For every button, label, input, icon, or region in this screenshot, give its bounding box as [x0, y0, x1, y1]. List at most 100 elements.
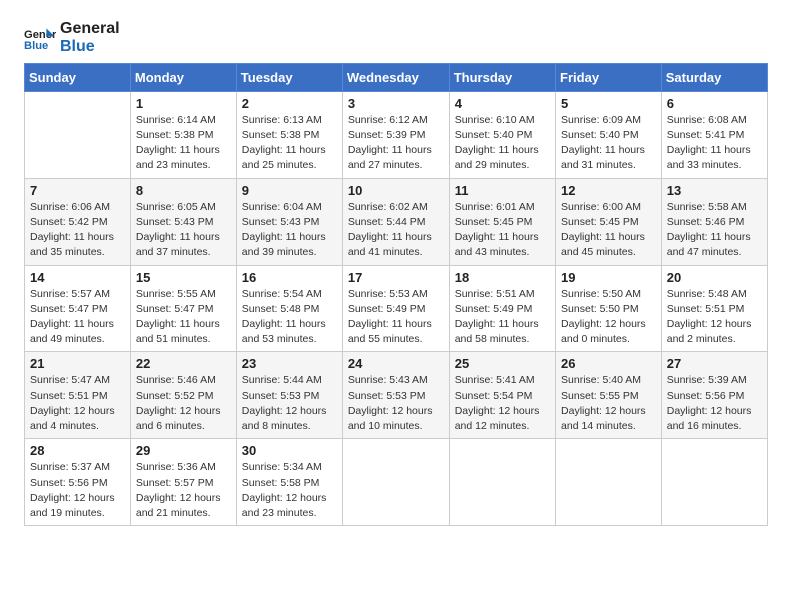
- calendar-cell: 11 Sunrise: 6:01 AMSunset: 5:45 PMDayligh…: [449, 178, 555, 265]
- day-info: Sunrise: 6:13 AMSunset: 5:38 PMDaylight:…: [242, 113, 337, 174]
- day-number: 22: [136, 356, 231, 371]
- calendar-week-5: 28 Sunrise: 5:37 AMSunset: 5:56 PMDayligh…: [25, 439, 768, 526]
- day-number: 2: [242, 96, 337, 111]
- day-info: Sunrise: 5:53 AMSunset: 5:49 PMDaylight:…: [348, 287, 444, 348]
- calendar-cell: 26Sunrise: 5:40 AMSunset: 5:55 PMDayligh…: [556, 352, 662, 439]
- day-info: Sunrise: 6:09 AMSunset: 5:40 PMDaylight:…: [561, 113, 656, 174]
- logo-icon: General Blue: [24, 22, 56, 54]
- day-info: Sunrise: 6:14 AMSunset: 5:38 PMDaylight:…: [136, 113, 231, 174]
- day-info: Sunrise: 6:12 AMSunset: 5:39 PMDaylight:…: [348, 113, 444, 174]
- calendar-cell: 1 Sunrise: 6:14 AMSunset: 5:38 PMDaylight…: [130, 91, 236, 178]
- calendar-cell: [25, 91, 131, 178]
- logo-general: General: [60, 20, 120, 38]
- day-number: 4: [455, 96, 550, 111]
- day-info: Sunrise: 5:34 AMSunset: 5:58 PMDaylight:…: [242, 460, 337, 521]
- calendar-cell: 16Sunrise: 5:54 AMSunset: 5:48 PMDayligh…: [236, 265, 342, 352]
- day-number: 9: [242, 183, 337, 198]
- calendar-cell: 5 Sunrise: 6:09 AMSunset: 5:40 PMDaylight…: [556, 91, 662, 178]
- calendar-cell: 23 Sunrise: 5:44 AMSunset: 5:53 PMDayligh…: [236, 352, 342, 439]
- day-number: 7: [30, 183, 125, 198]
- calendar-cell: 12 Sunrise: 6:00 AMSunset: 5:45 PMDayligh…: [556, 178, 662, 265]
- day-info: Sunrise: 5:43 AMSunset: 5:53 PMDaylight:…: [348, 373, 444, 434]
- calendar-cell: 30 Sunrise: 5:34 AMSunset: 5:58 PMDayligh…: [236, 439, 342, 526]
- day-info: Sunrise: 5:36 AMSunset: 5:57 PMDaylight:…: [136, 460, 231, 521]
- day-info: Sunrise: 6:04 AMSunset: 5:43 PMDaylight:…: [242, 200, 337, 261]
- day-info: Sunrise: 5:48 AMSunset: 5:51 PMDaylight:…: [667, 287, 762, 348]
- day-info: Sunrise: 5:51 AMSunset: 5:49 PMDaylight:…: [455, 287, 550, 348]
- day-number: 16: [242, 270, 337, 285]
- day-info: Sunrise: 5:41 AMSunset: 5:54 PMDaylight:…: [455, 373, 550, 434]
- calendar-header-monday: Monday: [130, 63, 236, 91]
- calendar-cell: 8 Sunrise: 6:05 AMSunset: 5:43 PMDaylight…: [130, 178, 236, 265]
- day-info: Sunrise: 6:05 AMSunset: 5:43 PMDaylight:…: [136, 200, 231, 261]
- calendar-header-thursday: Thursday: [449, 63, 555, 91]
- day-number: 18: [455, 270, 550, 285]
- calendar-week-3: 14Sunrise: 5:57 AMSunset: 5:47 PMDayligh…: [25, 265, 768, 352]
- day-number: 12: [561, 183, 656, 198]
- day-info: Sunrise: 6:10 AMSunset: 5:40 PMDaylight:…: [455, 113, 550, 174]
- calendar-header-row: SundayMondayTuesdayWednesdayThursdayFrid…: [25, 63, 768, 91]
- page-header: General Blue General Blue: [24, 20, 768, 57]
- calendar-cell: 29 Sunrise: 5:36 AMSunset: 5:57 PMDayligh…: [130, 439, 236, 526]
- day-number: 29: [136, 443, 231, 458]
- day-info: Sunrise: 5:47 AMSunset: 5:51 PMDaylight:…: [30, 373, 125, 434]
- calendar-week-1: 1 Sunrise: 6:14 AMSunset: 5:38 PMDaylight…: [25, 91, 768, 178]
- calendar-cell: 3 Sunrise: 6:12 AMSunset: 5:39 PMDaylight…: [342, 91, 449, 178]
- calendar-cell: 20 Sunrise: 5:48 AMSunset: 5:51 PMDayligh…: [661, 265, 767, 352]
- calendar-cell: 15Sunrise: 5:55 AMSunset: 5:47 PMDayligh…: [130, 265, 236, 352]
- day-number: 15: [136, 270, 231, 285]
- day-info: Sunrise: 5:37 AMSunset: 5:56 PMDaylight:…: [30, 460, 125, 521]
- day-info: Sunrise: 6:06 AMSunset: 5:42 PMDaylight:…: [30, 200, 125, 261]
- calendar-header-wednesday: Wednesday: [342, 63, 449, 91]
- day-number: 3: [348, 96, 444, 111]
- day-number: 11: [455, 183, 550, 198]
- calendar-cell: 18 Sunrise: 5:51 AMSunset: 5:49 PMDayligh…: [449, 265, 555, 352]
- day-number: 14: [30, 270, 125, 285]
- day-number: 17: [348, 270, 444, 285]
- day-number: 5: [561, 96, 656, 111]
- day-number: 13: [667, 183, 762, 198]
- calendar-cell: [556, 439, 662, 526]
- day-info: Sunrise: 5:58 AMSunset: 5:46 PMDaylight:…: [667, 200, 762, 261]
- day-info: Sunrise: 5:44 AMSunset: 5:53 PMDaylight:…: [242, 373, 337, 434]
- day-number: 20: [667, 270, 762, 285]
- day-number: 19: [561, 270, 656, 285]
- calendar-cell: [449, 439, 555, 526]
- day-info: Sunrise: 6:00 AMSunset: 5:45 PMDaylight:…: [561, 200, 656, 261]
- calendar-cell: 14Sunrise: 5:57 AMSunset: 5:47 PMDayligh…: [25, 265, 131, 352]
- day-number: 8: [136, 183, 231, 198]
- day-number: 23: [242, 356, 337, 371]
- calendar-cell: 25 Sunrise: 5:41 AMSunset: 5:54 PMDayligh…: [449, 352, 555, 439]
- calendar-week-4: 21 Sunrise: 5:47 AMSunset: 5:51 PMDayligh…: [25, 352, 768, 439]
- calendar-cell: 22Sunrise: 5:46 AMSunset: 5:52 PMDayligh…: [130, 352, 236, 439]
- day-number: 24: [348, 356, 444, 371]
- day-info: Sunrise: 6:08 AMSunset: 5:41 PMDaylight:…: [667, 113, 762, 174]
- day-number: 10: [348, 183, 444, 198]
- calendar-cell: 19Sunrise: 5:50 AMSunset: 5:50 PMDayligh…: [556, 265, 662, 352]
- calendar-header-friday: Friday: [556, 63, 662, 91]
- calendar-cell: 17 Sunrise: 5:53 AMSunset: 5:49 PMDayligh…: [342, 265, 449, 352]
- day-number: 28: [30, 443, 125, 458]
- day-number: 6: [667, 96, 762, 111]
- calendar-cell: 10 Sunrise: 6:02 AMSunset: 5:44 PMDayligh…: [342, 178, 449, 265]
- calendar-cell: [661, 439, 767, 526]
- day-number: 30: [242, 443, 337, 458]
- day-number: 21: [30, 356, 125, 371]
- day-info: Sunrise: 6:02 AMSunset: 5:44 PMDaylight:…: [348, 200, 444, 261]
- calendar-cell: 2 Sunrise: 6:13 AMSunset: 5:38 PMDaylight…: [236, 91, 342, 178]
- calendar-cell: 7 Sunrise: 6:06 AMSunset: 5:42 PMDaylight…: [25, 178, 131, 265]
- logo: General Blue General Blue: [24, 20, 120, 57]
- day-info: Sunrise: 5:40 AMSunset: 5:55 PMDaylight:…: [561, 373, 656, 434]
- calendar-header-saturday: Saturday: [661, 63, 767, 91]
- day-number: 27: [667, 356, 762, 371]
- calendar-header-tuesday: Tuesday: [236, 63, 342, 91]
- day-number: 25: [455, 356, 550, 371]
- calendar-header-sunday: Sunday: [25, 63, 131, 91]
- calendar-cell: 27Sunrise: 5:39 AMSunset: 5:56 PMDayligh…: [661, 352, 767, 439]
- day-info: Sunrise: 6:01 AMSunset: 5:45 PMDaylight:…: [455, 200, 550, 261]
- calendar-cell: 4 Sunrise: 6:10 AMSunset: 5:40 PMDaylight…: [449, 91, 555, 178]
- day-number: 1: [136, 96, 231, 111]
- calendar-cell: 21 Sunrise: 5:47 AMSunset: 5:51 PMDayligh…: [25, 352, 131, 439]
- calendar-table: SundayMondayTuesdayWednesdayThursdayFrid…: [24, 63, 768, 526]
- calendar-week-2: 7 Sunrise: 6:06 AMSunset: 5:42 PMDaylight…: [25, 178, 768, 265]
